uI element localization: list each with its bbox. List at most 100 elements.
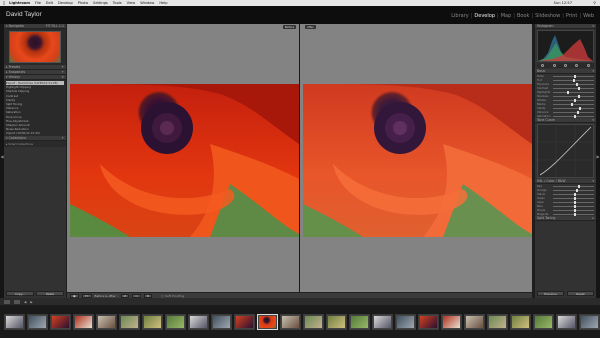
filmstrip-thumbnail[interactable] <box>142 313 163 330</box>
filmstrip-thumbnail[interactable] <box>303 313 324 330</box>
slider-track[interactable] <box>553 200 594 204</box>
module-web[interactable]: Web <box>581 13 596 19</box>
menu-view[interactable]: View <box>127 1 136 5</box>
slider-track[interactable] <box>553 102 594 106</box>
slider-track[interactable] <box>553 86 594 90</box>
filmstrip-thumbnail[interactable] <box>464 313 485 330</box>
red-eye-icon[interactable] <box>563 64 567 67</box>
filmstrip-thumbnail[interactable] <box>441 313 462 330</box>
filmstrip-thumbnail[interactable] <box>487 313 508 330</box>
filmstrip-thumbnail[interactable] <box>165 313 186 330</box>
filmstrip-thumbnail[interactable] <box>395 313 416 330</box>
slider-knob[interactable] <box>575 188 578 192</box>
slider-track[interactable] <box>553 204 594 208</box>
slider-track[interactable] <box>553 114 594 118</box>
slider-track[interactable] <box>553 196 594 200</box>
filmstrip-thumbnail[interactable] <box>556 313 577 330</box>
slider-track[interactable] <box>553 82 594 86</box>
apple-menu[interactable]:  <box>3 1 5 5</box>
right-edge[interactable]: ▶ <box>596 24 600 298</box>
slider-track[interactable] <box>553 188 594 192</box>
filmstrip-thumbnail[interactable] <box>349 313 370 330</box>
nav-back-icon[interactable]: ◀ <box>24 300 26 304</box>
slider-knob[interactable] <box>571 102 574 106</box>
slider-knob[interactable] <box>573 200 576 204</box>
menu-edit[interactable]: Edit <box>46 1 53 5</box>
filmstrip-thumbnail[interactable] <box>234 313 255 330</box>
search-icon[interactable]: ⚲ <box>593 1 596 5</box>
menu-lightroom[interactable]: Lightroom <box>9 1 30 5</box>
slider-track[interactable] <box>553 78 594 82</box>
filmstrip-thumbnail[interactable] <box>533 313 554 330</box>
slider-knob[interactable] <box>574 98 577 102</box>
module-library[interactable]: Library <box>449 13 470 19</box>
zoom-options[interactable]: FIT FILL 1:1 <box>46 24 64 28</box>
filmstrip-thumbnail[interactable] <box>211 313 232 330</box>
slider-knob[interactable] <box>577 184 580 188</box>
module-book[interactable]: Book <box>515 13 531 19</box>
filmstrip-thumbnail[interactable] <box>119 313 140 330</box>
slider-knob[interactable] <box>573 204 576 208</box>
collection-item[interactable]: ▸ Smart Collections <box>4 141 66 148</box>
filmstrip-thumbnail[interactable] <box>418 313 439 330</box>
graduated-filter-icon[interactable] <box>575 64 579 67</box>
slider-knob[interactable] <box>573 74 576 78</box>
filmstrip-thumbnail[interactable] <box>50 313 71 330</box>
slider-knob[interactable] <box>573 212 576 216</box>
spot-removal-icon[interactable] <box>552 64 556 67</box>
filmstrip-thumbnail[interactable] <box>510 313 531 330</box>
slider-track[interactable] <box>553 184 594 188</box>
histogram-header[interactable]: Histogram ▾ <box>535 24 596 29</box>
filmstrip-thumbnail[interactable] <box>27 313 48 330</box>
grid-view-icon[interactable] <box>14 299 20 304</box>
filmstrip-thumbnail[interactable] <box>280 313 301 330</box>
menu-file[interactable]: File <box>35 1 41 5</box>
slider-track[interactable] <box>553 90 594 94</box>
menu-settings[interactable]: Settings <box>93 1 108 5</box>
secondary-display-icon[interactable] <box>4 299 10 304</box>
slider-knob[interactable] <box>573 114 576 118</box>
slider-knob[interactable] <box>579 106 582 110</box>
module-map[interactable]: Map <box>499 13 514 19</box>
add-preset-icon[interactable]: + <box>61 65 64 69</box>
menu-help[interactable]: Help <box>159 1 167 5</box>
previous-button[interactable]: Previous <box>537 291 564 296</box>
slider-track[interactable] <box>553 212 594 216</box>
slider-knob[interactable] <box>573 196 576 200</box>
paste-button[interactable]: Paste <box>36 291 64 296</box>
navigator-preview[interactable] <box>4 29 66 65</box>
tone-curve-graph[interactable] <box>537 124 594 178</box>
module-slideshow[interactable]: Slideshow <box>533 13 562 19</box>
module-print[interactable]: Print <box>564 13 580 19</box>
filmstrip-thumbnail[interactable] <box>257 313 278 330</box>
slider-track[interactable] <box>553 74 594 78</box>
slider-knob[interactable] <box>573 192 576 196</box>
tone-curve-header[interactable]: Tone Curve ▾ <box>535 118 596 123</box>
nav-forward-icon[interactable]: ▶ <box>30 300 32 304</box>
filmstrip-thumbnail[interactable] <box>4 313 25 330</box>
filmstrip-thumbnail[interactable] <box>579 313 600 330</box>
slider-track[interactable] <box>553 98 594 102</box>
slider-track[interactable] <box>553 110 594 114</box>
slider-knob[interactable] <box>578 86 581 90</box>
before-photo[interactable] <box>70 84 299 237</box>
module-develop[interactable]: Develop <box>472 13 497 19</box>
filmstrip-thumbnail[interactable] <box>188 313 209 330</box>
adjustment-brush-icon[interactable] <box>586 64 590 67</box>
menu-window[interactable]: Window <box>140 1 154 5</box>
slider-knob[interactable] <box>572 78 575 82</box>
slider-knob[interactable] <box>567 90 570 94</box>
slider-knob[interactable] <box>576 110 579 114</box>
add-collection-icon[interactable]: + <box>61 136 64 140</box>
filmstrip-thumbnail[interactable] <box>96 313 117 330</box>
slider-track[interactable] <box>553 192 594 196</box>
filmstrip-thumbnail[interactable] <box>73 313 94 330</box>
menu-develop[interactable]: Develop <box>58 1 73 5</box>
slider-knob[interactable] <box>573 208 576 212</box>
split-toning-header[interactable]: Split Toning ▸ <box>535 216 596 221</box>
copy-button[interactable]: Copy... <box>6 291 34 296</box>
slider-track[interactable] <box>553 208 594 212</box>
collapse-right-icon[interactable]: ▶ <box>596 154 600 159</box>
filmstrip-thumbnail[interactable] <box>326 313 347 330</box>
reset-button[interactable]: Reset <box>567 291 594 296</box>
